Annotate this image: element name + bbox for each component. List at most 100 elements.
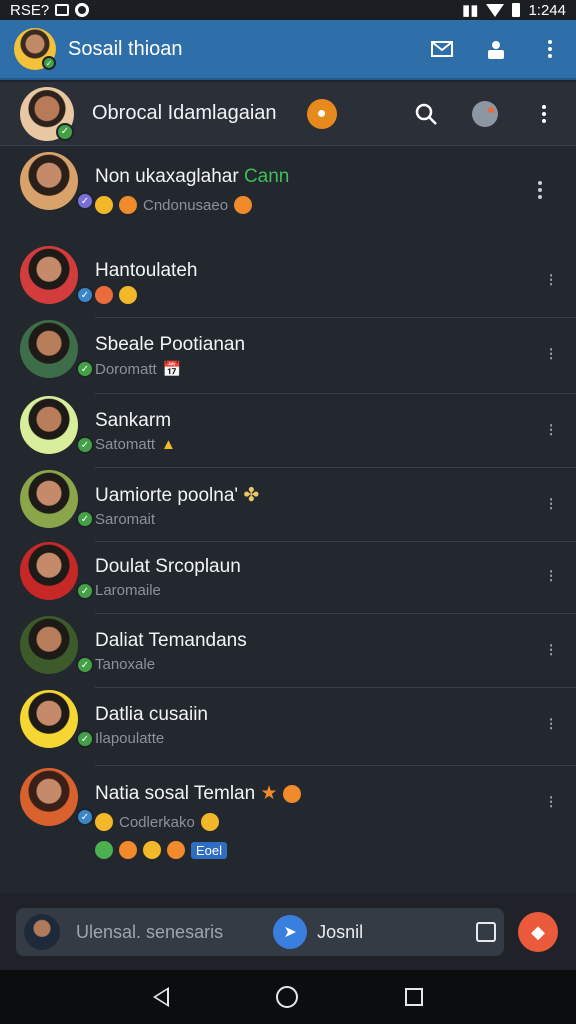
list-item[interactable]: ✓ Datlia cusaiin Ilapoulatte ⁝ <box>0 690 576 766</box>
status-left-text: RSE? <box>10 1 50 19</box>
online-check-icon: ✓ <box>76 286 94 304</box>
composer-avatar <box>24 914 60 950</box>
list-item[interactable]: ✓ Uamiorte poolna' ✤ Saromait ⁝ <box>0 470 576 542</box>
online-check-icon: ✓ <box>76 730 94 748</box>
list-item[interactable]: ✓ Non ukaxaglahar Cann Cndonusaeo <box>0 152 576 246</box>
app-title: Sosail thioan <box>68 37 183 60</box>
contact-avatar: ✓ <box>20 542 94 600</box>
online-check-icon: ✓ <box>76 360 94 378</box>
contact-subtitle: Cndonusaeo <box>95 196 576 214</box>
contact-name: Sankarm <box>95 410 172 431</box>
contact-subtitle: Saromait <box>95 511 156 528</box>
contact-avatar: ✓ <box>20 320 94 378</box>
send-button[interactable]: ◆ <box>518 912 558 952</box>
emoji-icon <box>143 841 161 859</box>
bird-icon[interactable]: ➤ <box>273 915 308 949</box>
item-menu-icon[interactable]: ⁝ <box>548 640 554 661</box>
palette-icon[interactable] <box>472 100 498 127</box>
online-check-icon: ✓ <box>76 582 94 600</box>
contact-avatar: ✓ <box>20 690 94 748</box>
star-emoji-icon: ★ <box>260 783 278 804</box>
list-item[interactable]: ✓ Sbeale Pootianan Doromatt 📅 ⁝ <box>0 320 576 394</box>
add-contact-icon[interactable] <box>484 37 508 61</box>
emoji-icon <box>95 813 113 831</box>
system-nav-bar <box>0 970 576 1024</box>
conversation-name: Obrocal Idamlagaian <box>92 102 277 124</box>
emoji-icon <box>95 286 113 304</box>
contact-name: Daliat Temandans <box>95 630 247 651</box>
party-emoji-icon <box>200 813 219 831</box>
emoji-icon <box>119 841 137 859</box>
item-menu-icon[interactable] <box>528 178 552 202</box>
online-check-icon: ✓ <box>76 510 94 528</box>
composer-action-label[interactable]: Josnil <box>317 922 363 943</box>
conversation-avatar: ✓ <box>20 86 74 141</box>
cake-emoji-icon: ▲ <box>161 436 176 453</box>
item-menu-icon[interactable]: ⁝ <box>548 344 554 365</box>
contact-name: Non ukaxaglahar Cann <box>95 166 290 187</box>
item-menu-icon[interactable]: ⁝ <box>548 420 554 441</box>
party-emoji-icon <box>119 286 137 304</box>
online-check-icon: ✓ <box>56 122 74 141</box>
contact-avatar: ✓ <box>20 246 94 304</box>
contact-avatar: ✓ <box>20 152 94 210</box>
composer-bar: Ulensal. senesaris ➤ Josnil ◆ <box>0 894 576 970</box>
emoji-icon <box>167 841 185 859</box>
list-item[interactable]: ✓ Natia sosal Temlan ★ Codlerkako Eoel ⁝ <box>0 768 576 888</box>
party-emoji-icon <box>234 196 253 214</box>
contact-avatar: ✓ <box>20 616 94 674</box>
battery-icon <box>512 3 521 17</box>
signal-icon: ▮▮ <box>461 2 479 19</box>
contact-name: Doulat Srcoplaun <box>95 556 241 577</box>
app-bar: ✓ Sosail thioan <box>0 20 576 80</box>
contact-name: Datlia cusaiin <box>95 704 208 725</box>
status-time: 1:244 <box>528 1 566 19</box>
contact-list: ✓ Non ukaxaglahar Cann Cndonusaeo ✓ Hant… <box>0 146 576 894</box>
notification-icon <box>55 4 70 16</box>
item-menu-icon[interactable]: ⁝ <box>548 270 554 291</box>
item-menu-icon[interactable]: ⁝ <box>548 714 554 735</box>
item-menu-icon[interactable]: ⁝ <box>548 494 554 515</box>
contact-subtitle: Ilapoulatte <box>95 730 165 747</box>
contact-subtitle: Doromatt 📅 <box>95 360 182 379</box>
overflow-menu-icon[interactable] <box>532 102 556 126</box>
online-check-icon: ✓ <box>76 436 94 454</box>
calendar-emoji-icon: 📅 <box>162 361 182 378</box>
item-menu-icon[interactable]: ⁝ <box>548 566 554 587</box>
label-tag[interactable]: Eoel <box>191 841 228 859</box>
contact-name: Hantoulateh <box>95 260 198 281</box>
online-check-icon: ✓ <box>76 656 94 674</box>
home-icon[interactable] <box>275 986 298 1008</box>
recent-apps-icon[interactable] <box>404 988 423 1006</box>
message-input[interactable]: Ulensal. senesaris ➤ Josnil <box>16 908 504 956</box>
contact-name: Natia sosal Temlan ★ <box>95 782 576 805</box>
overflow-menu-icon[interactable] <box>538 37 562 61</box>
wifi-icon <box>486 3 505 17</box>
sparkle-emoji-icon: ✤ <box>243 485 260 506</box>
online-check-icon: ✓ <box>42 56 56 70</box>
mail-icon[interactable] <box>430 37 454 61</box>
profile-avatar[interactable]: ✓ <box>14 28 56 70</box>
contact-subtitle <box>95 286 576 304</box>
attach-icon[interactable] <box>476 922 496 942</box>
contact-subtitle: Laromaile <box>95 582 161 599</box>
contact-avatar: ✓ <box>20 396 94 454</box>
blush-emoji-icon <box>119 196 137 214</box>
list-item[interactable]: ✓ Doulat Srcoplaun Laromaile ⁝ <box>0 542 576 614</box>
smile-emoji-icon <box>95 196 113 214</box>
list-item[interactable]: ✓ Daliat Temandans Tanoxale ⁝ <box>0 616 576 688</box>
back-icon[interactable] <box>153 987 170 1007</box>
heart-eyes-emoji-icon <box>282 784 301 803</box>
item-menu-icon[interactable]: ⁝ <box>548 792 554 813</box>
emoji-badge-icon[interactable]: ● <box>306 98 337 129</box>
list-item[interactable]: ✓ Hantoulateh ⁝ <box>0 246 576 318</box>
contact-subtitle: Satomatt ▲ <box>95 436 176 453</box>
online-check-icon: ✓ <box>76 808 94 826</box>
status-bar: RSE? ▮▮ 1:244 <box>0 0 576 20</box>
contact-avatar: ✓ <box>20 768 94 826</box>
conversation-header[interactable]: ✓ Obrocal Idamlagaian ● <box>0 82 576 146</box>
search-icon[interactable] <box>414 102 438 126</box>
status-icon: ✓ <box>76 192 94 210</box>
list-item[interactable]: ✓ Sankarm Satomatt ▲ ⁝ <box>0 396 576 468</box>
contact-subtitle: Codlerkako <box>95 813 576 831</box>
